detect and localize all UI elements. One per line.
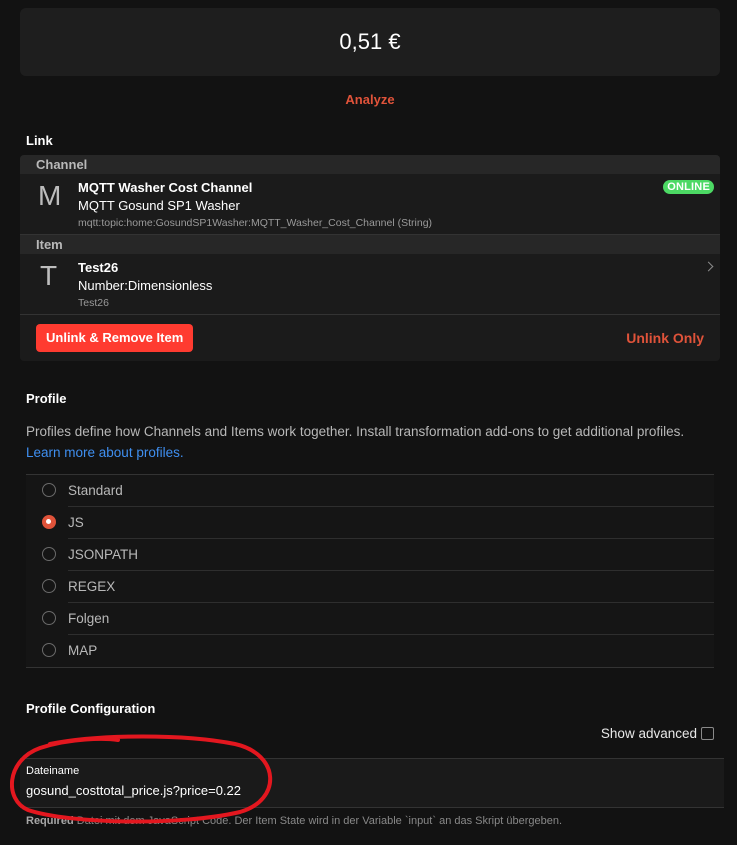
radio-unchecked-icon[interactable] bbox=[42, 547, 56, 561]
item-state-value: 0,51 € bbox=[339, 29, 401, 54]
item-row[interactable]: T Test26 Number:Dimensionless Test26 bbox=[20, 254, 720, 314]
unlink-remove-item-button[interactable]: Unlink & Remove Item bbox=[36, 324, 194, 352]
divider bbox=[20, 314, 720, 315]
profile-description-text: Profiles define how Channels and Items w… bbox=[26, 424, 685, 439]
show-advanced-checkbox[interactable] bbox=[701, 727, 714, 740]
channel-thing-label: MQTT Gosund SP1 Washer bbox=[78, 198, 240, 213]
radio-unchecked-icon[interactable] bbox=[42, 643, 56, 657]
profile-option-label: JS bbox=[68, 515, 84, 530]
profile-radio-list: Standard JS JSONPATH REGEX Folgen MAP bbox=[26, 474, 714, 668]
link-detail-page: 0,51 € Analyze Link Channel M MQTT Washe… bbox=[10, 0, 737, 845]
filename-input[interactable] bbox=[26, 783, 706, 798]
link-section-title: Link bbox=[26, 133, 53, 148]
radio-unchecked-icon[interactable] bbox=[42, 579, 56, 593]
show-advanced-toggle[interactable]: Show advanced bbox=[601, 726, 714, 741]
profile-option-jsonpath[interactable]: JSONPATH bbox=[26, 539, 714, 571]
field-help-text: Required Datei mit dem JavaScript Code. … bbox=[26, 815, 562, 827]
radio-unchecked-icon[interactable] bbox=[42, 611, 56, 625]
profile-option-map[interactable]: MAP bbox=[26, 635, 714, 667]
radio-unchecked-icon[interactable] bbox=[42, 483, 56, 497]
profile-option-js[interactable]: JS bbox=[26, 507, 714, 539]
profile-option-regex[interactable]: REGEX bbox=[26, 571, 714, 603]
profile-option-standard[interactable]: Standard bbox=[26, 475, 714, 507]
profile-option-label: REGEX bbox=[68, 579, 116, 594]
item-type: Number:Dimensionless bbox=[78, 278, 213, 293]
filename-label: Dateiname bbox=[26, 765, 80, 777]
profile-option-label: MAP bbox=[68, 643, 98, 658]
profile-option-label: Standard bbox=[68, 483, 123, 498]
channel-group-header: Channel bbox=[20, 155, 720, 174]
status-badge: ONLINE bbox=[663, 180, 714, 194]
required-label: Required bbox=[26, 815, 74, 827]
channel-row[interactable]: M MQTT Washer Cost Channel MQTT Gosund S… bbox=[20, 174, 720, 234]
link-card: Channel M MQTT Washer Cost Channel MQTT … bbox=[20, 155, 720, 361]
radio-checked-icon[interactable] bbox=[42, 515, 56, 529]
channel-uid: mqtt:topic:home:GosundSP1Washer:MQTT_Was… bbox=[78, 217, 433, 229]
profile-option-folgen[interactable]: Folgen bbox=[26, 603, 714, 635]
profile-description: Profiles define how Channels and Items w… bbox=[26, 421, 726, 463]
learn-more-profiles-link[interactable]: Learn more about profiles. bbox=[26, 445, 184, 460]
chevron-right-icon bbox=[703, 261, 714, 272]
item-group-header: Item bbox=[20, 235, 720, 254]
item-name: Test26 bbox=[78, 297, 109, 309]
item-state-card: 0,51 € bbox=[20, 8, 720, 76]
item-title: Test26 bbox=[78, 260, 119, 275]
profile-config-title: Profile Configuration bbox=[26, 701, 156, 716]
show-advanced-label: Show advanced bbox=[600, 726, 697, 741]
unlink-only-button[interactable]: Unlink Only bbox=[626, 324, 704, 352]
help-description: Datei mit dem JavaScript Code. Der Item … bbox=[76, 815, 562, 827]
profile-option-label: Folgen bbox=[68, 611, 110, 626]
channel-letter-icon: M bbox=[38, 180, 62, 211]
analyze-button[interactable]: Analyze bbox=[10, 92, 730, 107]
profile-section-title: Profile bbox=[26, 391, 67, 406]
filename-field: Dateiname bbox=[20, 758, 724, 808]
item-letter-icon: T bbox=[40, 260, 58, 291]
profile-option-label: JSONPATH bbox=[68, 547, 139, 562]
channel-title: MQTT Washer Cost Channel bbox=[78, 180, 253, 195]
